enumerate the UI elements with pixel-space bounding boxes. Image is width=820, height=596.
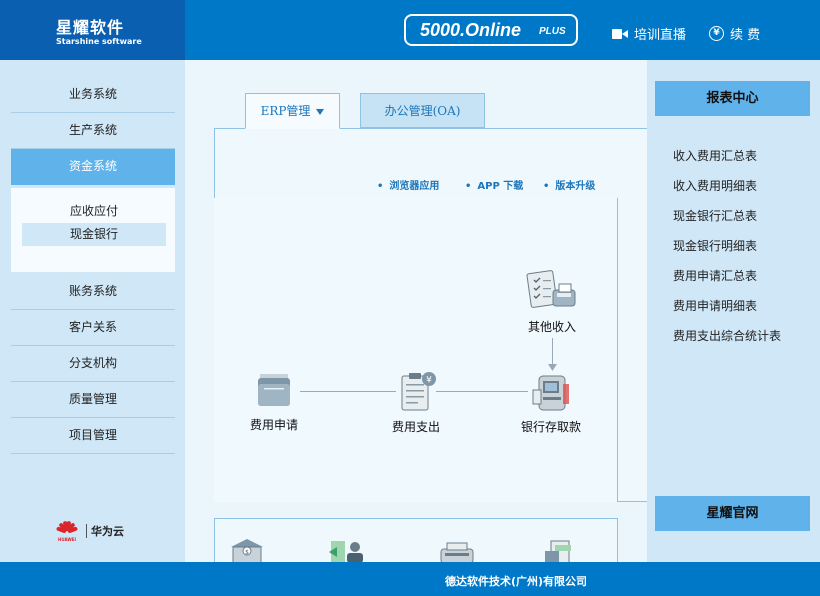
cash-register-icon[interactable] [437, 539, 477, 563]
report-link-expense-application-detail[interactable]: 费用申请明细表 [673, 297, 757, 314]
flow-node-bank-deposit-withdrawal[interactable]: 银行存取款 [514, 370, 588, 435]
document-money-icon[interactable] [541, 537, 581, 563]
huawei-cloud-badge[interactable]: HUAWEI 华为云 [54, 520, 124, 542]
checklist-pos-icon [526, 270, 576, 308]
renew-link[interactable]: ¥ 续 费 [709, 24, 760, 43]
subnav-item-cash-bank[interactable]: 现金银行 [22, 223, 166, 246]
logo-chinese-text: 星耀软件 [56, 18, 125, 37]
huawei-logo-icon: HUAWEI [54, 520, 80, 542]
flow-node-label: 银行存取款 [520, 420, 581, 434]
tab-erp[interactable]: ERP管理 [245, 93, 340, 129]
report-link-cash-bank-detail[interactable]: 现金银行明细表 [673, 237, 757, 254]
partner-name: 华为云 [91, 525, 124, 538]
report-link-expense-payout-statistics[interactable]: 费用支出综合统计表 [673, 327, 781, 344]
official-site-button[interactable]: 星耀官网 [655, 496, 810, 531]
app-header: 星耀软件 Starshine software 5000.Online PLUS… [0, 0, 820, 60]
company-name: 德达软件技术(广州)有限公司 [445, 575, 588, 588]
flow-node-expense-payout[interactable]: ¥ 费用支出 [386, 370, 446, 435]
svg-text:¥: ¥ [426, 376, 432, 386]
partner-divider [86, 524, 87, 538]
training-live-label: 培训直播 [634, 28, 687, 43]
product-badge: 5000.Online PLUS [404, 14, 578, 46]
logo-english-text: Starshine software [56, 37, 142, 46]
huawei-wordmark: HUAWEI [57, 537, 77, 542]
flow-node-label: 费用申请 [249, 418, 298, 432]
product-edition: PLUS [539, 26, 566, 37]
sidebar-item-projects[interactable]: 项目管理 [11, 418, 175, 454]
app-footer: 德达软件技术(广州)有限公司 [0, 562, 820, 596]
sidebar-item-quality[interactable]: 质量管理 [11, 382, 175, 418]
sidebar-item-branches[interactable]: 分支机构 [11, 346, 175, 382]
flow-node-expense-application[interactable]: 费用申请 [244, 370, 304, 433]
report-center-title[interactable]: 报表中心 [655, 81, 810, 116]
sidebar-item-business[interactable]: 业务系统 [11, 77, 175, 113]
clipboard-yen-icon: ¥ [401, 372, 436, 411]
workflow-diagram: 费用申请 ¥ 费用支出 银行存取款 其他收入 [214, 198, 618, 502]
caret-down-icon [316, 108, 325, 115]
report-link-income-expense-summary[interactable]: 收入费用汇总表 [673, 147, 757, 164]
training-live-link[interactable]: 培训直播 [612, 24, 686, 43]
funds-subnav: 应收应付 现金银行 [11, 188, 175, 272]
yen-coin-icon: ¥ [709, 26, 724, 41]
folder-icon [258, 374, 290, 406]
video-camera-icon [612, 28, 628, 40]
main-content: ERP管理 办公管理(OA) 浏览器应用 APP 下载 版本升级 费用申请 [185, 60, 647, 563]
sidebar-item-funds[interactable]: 资金系统 [11, 149, 175, 185]
flow-node-label: 费用支出 [391, 420, 440, 434]
user-transfer-icon[interactable] [327, 537, 367, 563]
app-download-link[interactable]: APP 下载 [465, 177, 523, 192]
flow-node-label: 其他收入 [527, 320, 576, 334]
bank-building-icon[interactable]: $ [227, 537, 267, 563]
report-link-income-expense-detail[interactable]: 收入费用明细表 [673, 177, 757, 194]
brand-logo[interactable]: 星耀软件 Starshine software [0, 0, 185, 60]
flow-node-other-income[interactable]: 其他收入 [517, 270, 587, 335]
report-center-panel: 报表中心 收入费用汇总表 收入费用明细表 现金银行汇总表 现金银行明细表 费用申… [647, 60, 820, 562]
renew-label: 续 费 [730, 28, 761, 43]
secondary-module-panel: $ [214, 518, 618, 563]
report-link-cash-bank-summary[interactable]: 现金银行汇总表 [673, 207, 757, 224]
flow-connector [300, 391, 396, 392]
left-sidebar: 业务系统 生产系统 资金系统 应收应付 现金银行 账务系统 客户关系 分支机构 … [0, 60, 185, 562]
sidebar-item-production[interactable]: 生产系统 [11, 113, 175, 149]
tab-office-oa[interactable]: 办公管理(OA) [360, 93, 485, 128]
report-link-expense-application-summary[interactable]: 费用申请汇总表 [673, 267, 757, 284]
atm-machine-icon [532, 375, 569, 411]
tab-erp-label: ERP管理 [260, 104, 311, 118]
subnav-item-receivables-payables[interactable]: 应收应付 [22, 200, 166, 223]
sidebar-item-accounting[interactable]: 账务系统 [11, 274, 175, 310]
svg-text:$: $ [245, 549, 249, 556]
product-name: 5000.Online [420, 20, 522, 40]
version-upgrade-link[interactable]: 版本升级 [543, 177, 595, 192]
browser-app-link[interactable]: 浏览器应用 [377, 177, 439, 192]
sidebar-item-crm[interactable]: 客户关系 [11, 310, 175, 346]
